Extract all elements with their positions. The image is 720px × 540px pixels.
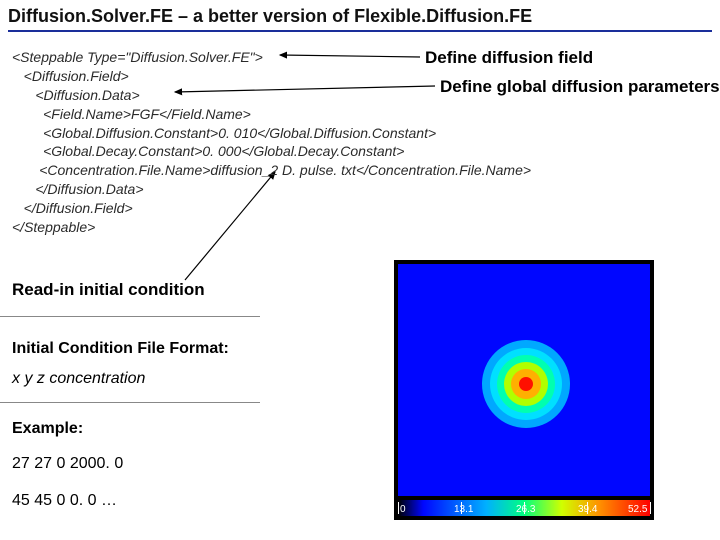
code-line: </Diffusion.Data> — [12, 181, 144, 197]
colorbar-tick — [398, 502, 399, 514]
colorbar-label: 26.3 — [516, 504, 535, 515]
colorbar-label: 39.4 — [578, 504, 597, 515]
code-line: <Global.Decay.Constant>0. 000</Global.De… — [12, 143, 405, 159]
colorbar-label: 13.1 — [454, 504, 473, 515]
separator-line — [0, 316, 260, 317]
xml-code-block: <Steppable Type="Diffusion.Solver.FE"> <… — [12, 48, 531, 237]
code-line: <Diffusion.Data> — [12, 87, 140, 103]
colorbar-label: 0 — [400, 504, 406, 515]
separator-line — [0, 402, 260, 403]
code-line: <Concentration.File.Name>diffusion_2 D. … — [12, 162, 531, 178]
heatmap-field — [398, 264, 650, 496]
annotation-readin: Read-in initial condition — [12, 280, 205, 300]
example-heading: Example: — [12, 420, 83, 438]
code-line: <Global.Diffusion.Constant>0. 010</Globa… — [12, 125, 436, 141]
ic-file-format: x y z concentration — [12, 370, 145, 388]
code-line: <Steppable Type="Diffusion.Solver.FE"> — [12, 49, 263, 65]
code-line: <Field.Name>FGF</Field.Name> — [12, 106, 251, 122]
colorbar-tick — [650, 502, 651, 514]
heat-core — [519, 377, 533, 391]
code-line: </Diffusion.Field> — [12, 200, 133, 216]
diffusion-heatmap: 0 13.1 26.3 39.4 52.5 — [394, 260, 654, 520]
colorbar-label: 52.5 — [628, 504, 647, 515]
code-line: <Diffusion.Field> — [12, 68, 129, 84]
example-line-1: 27 27 0 2000. 0 — [12, 455, 123, 473]
ic-file-format-heading: Initial Condition File Format: — [12, 340, 229, 358]
example-line-2: 45 45 0 0. 0 … — [12, 492, 117, 510]
code-line: </Steppable> — [12, 219, 95, 235]
